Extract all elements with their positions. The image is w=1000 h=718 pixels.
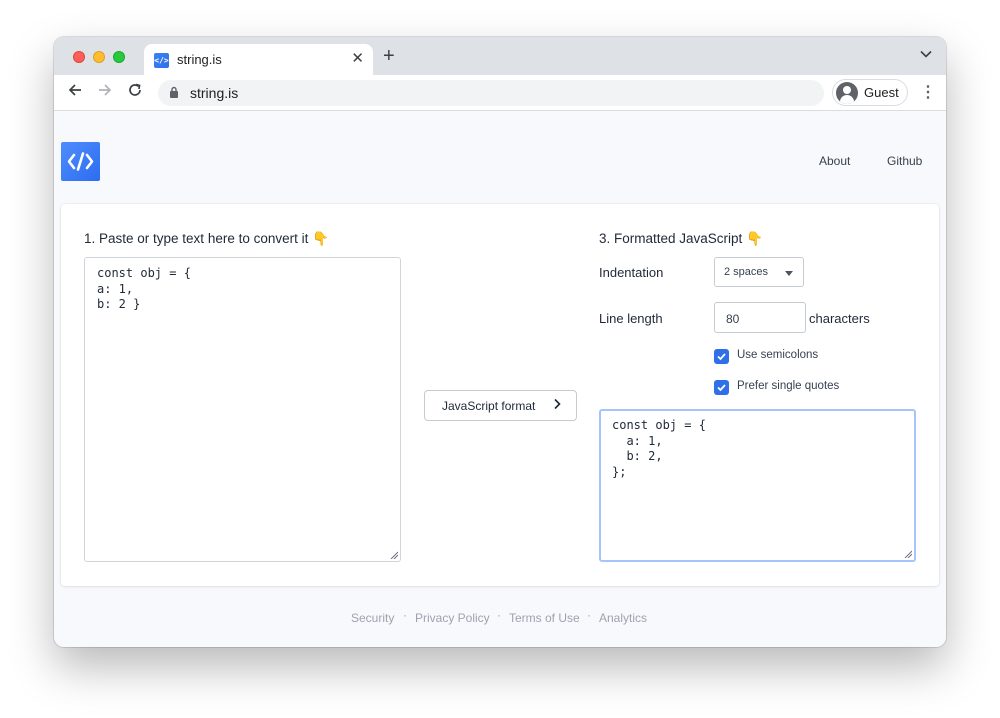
logo-icon[interactable] [61,142,100,181]
footer-separator: · [497,608,501,622]
nav-link-about[interactable]: About [819,154,850,168]
new-tab-icon[interactable]: + [383,45,395,68]
prefer-single-quotes-checkbox[interactable] [714,380,729,395]
output-panel-title: 3. Formatted JavaScript 👇 [599,231,763,246]
line-length-label: Line length [599,311,663,326]
tab-search-chevron-icon[interactable] [920,47,932,61]
input-panel-title: 1. Paste or type text here to convert it… [84,231,329,246]
footer-separator: · [403,608,407,622]
use-semicolons-checkbox[interactable] [714,349,729,364]
footer-link-terms-of-use[interactable]: Terms of Use [509,611,580,625]
footer-link-privacy-policy[interactable]: Privacy Policy [415,611,490,625]
address-bar[interactable]: string.is [158,80,824,106]
browser-window: </> string.is ✕ + string.is Guest ⋮ Abou… [54,37,946,647]
more-options-icon[interactable]: ⋮ [920,82,936,102]
caret-down-icon [785,271,793,276]
back-arrow-icon[interactable] [67,82,83,103]
maximize-window-button[interactable] [113,51,125,63]
browser-toolbar: string.is Guest ⋮ [54,75,946,111]
tab-bar: </> string.is ✕ + [54,37,946,75]
line-length-unit: characters [809,311,870,326]
convert-button-label: JavaScript format [442,399,536,413]
indentation-select[interactable]: 2 spaces [714,257,804,287]
line-length-value: 80 [726,312,740,326]
input-textarea[interactable]: const obj = { a: 1, b: 2 } [84,257,401,562]
indentation-value: 2 spaces [724,266,769,278]
prefer-single-quotes-label[interactable]: Prefer single quotes [737,380,839,392]
use-semicolons-label[interactable]: Use semicolons [737,349,818,361]
close-window-button[interactable] [73,51,85,63]
checkmark-icon [717,353,726,361]
minimize-window-button[interactable] [93,51,105,63]
profile-name: Guest [864,85,899,100]
lock-icon [170,86,178,98]
forward-arrow-icon[interactable] [97,82,113,103]
resize-handle-icon[interactable] [904,550,912,558]
avatar-icon [836,82,858,104]
browser-tab[interactable]: </> string.is ✕ [144,44,373,75]
javascript-format-button[interactable]: JavaScript format [424,390,577,421]
favicon-icon: </> [154,53,169,68]
indentation-label: Indentation [599,265,664,280]
close-tab-icon[interactable]: ✕ [351,49,364,67]
page-content: About Github 1. Paste or type text here … [54,111,946,647]
reload-icon[interactable] [127,82,143,103]
nav-link-github[interactable]: Github [887,154,922,168]
tab-title: string.is [177,52,222,67]
chevron-right-icon [553,398,561,413]
line-length-input[interactable]: 80 [714,302,806,333]
converter-card: 1. Paste or type text here to convert it… [61,204,939,586]
footer-link-analytics[interactable]: Analytics [599,611,647,625]
footer-link-security[interactable]: Security [351,611,394,625]
footer-separator: · [587,608,591,622]
checkmark-icon [717,384,726,392]
resize-handle-icon[interactable] [390,551,398,559]
output-textarea[interactable]: const obj = { a: 1, b: 2, }; [599,409,916,562]
url-text: string.is [190,85,239,101]
profile-button[interactable]: Guest [832,79,908,106]
